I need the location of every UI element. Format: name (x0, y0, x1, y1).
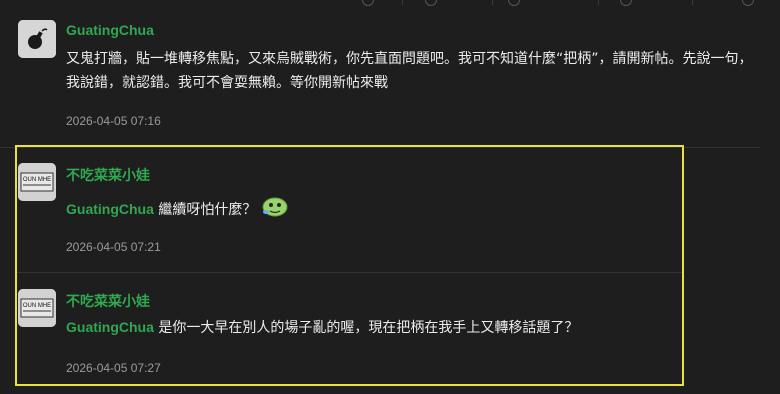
toolbar-strip (0, 0, 780, 6)
emoji-sticker-icon (260, 194, 290, 226)
quote-icon[interactable] (425, 0, 437, 6)
svg-text:OUN MHE: OUN MHE (23, 177, 51, 183)
mention-link[interactable]: GuatingChua (66, 319, 154, 335)
divider (402, 0, 403, 5)
svg-text:OUN MHE: OUN MHE (23, 303, 51, 309)
post-timestamp: 2026-04-05 07:21 (66, 240, 161, 254)
logo-avatar-icon: OUN MHE (18, 163, 56, 201)
avatar[interactable] (18, 20, 56, 58)
more-icon[interactable] (620, 0, 632, 6)
post-author[interactable]: GuatingChua (66, 22, 154, 38)
post-text: 是你一大早在別人的場子亂的喔，現在把柄在我手上又轉移話題了？ (153, 320, 579, 336)
post-author[interactable]: 不吃菜菜小娃 (66, 291, 150, 311)
post-content: 又鬼打牆，貼一堆轉移焦點，又來烏賊戰術，你先直面問題吧。我可不知道什麼“把柄”，… (66, 51, 753, 91)
divider (0, 147, 760, 148)
logo-avatar-icon: OUN MHE (18, 289, 56, 327)
mention-link[interactable]: GuatingChua (66, 201, 154, 217)
post-content: GuatingChua 繼續呀怕什麼？ (66, 194, 756, 226)
bomb-avatar-icon (18, 20, 56, 58)
post-text: 繼續呀怕什麼？ (153, 202, 257, 218)
post-author[interactable]: 不吃菜菜小娃 (66, 165, 150, 185)
avatar[interactable]: OUN MHE (18, 163, 56, 201)
divider (692, 0, 693, 5)
reply-icon[interactable] (362, 0, 374, 6)
share-icon[interactable] (742, 0, 754, 6)
avatar[interactable]: OUN MHE (18, 289, 56, 327)
divider (598, 0, 599, 5)
divider (17, 272, 682, 273)
post-content: GuatingChua 是你一大早在別人的場子亂的喔，現在把柄在我手上又轉移話題… (66, 315, 756, 340)
divider (492, 0, 493, 5)
like-icon[interactable] (508, 0, 520, 6)
post-timestamp: 2026-04-05 07:27 (66, 361, 161, 375)
post-timestamp: 2026-04-05 07:16 (66, 114, 161, 128)
